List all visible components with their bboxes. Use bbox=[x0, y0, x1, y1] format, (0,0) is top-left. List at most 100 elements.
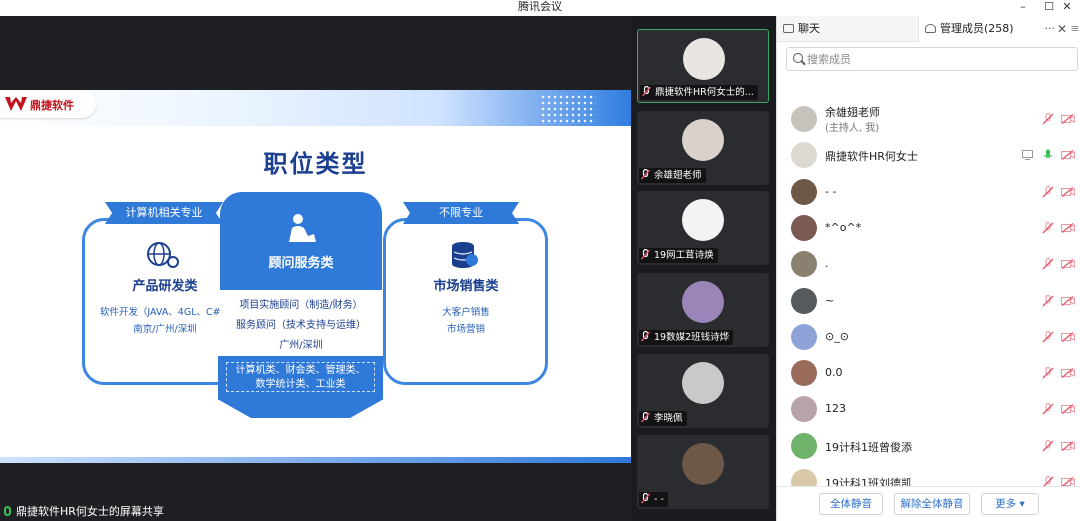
video-tile[interactable]: 19数媒2班钱诗烨 bbox=[637, 273, 769, 347]
mic-on-icon bbox=[4, 506, 11, 516]
video-tile[interactable]: - - bbox=[637, 435, 769, 509]
video-tile[interactable]: 鼎捷软件HR何女士的... bbox=[637, 29, 769, 103]
mic-muted-icon[interactable] bbox=[1042, 403, 1054, 415]
video-tile-label: 李晓佩 bbox=[639, 411, 687, 426]
camera-off-icon[interactable] bbox=[1061, 440, 1075, 451]
tab-members-label: 管理成员(258) bbox=[940, 22, 1014, 35]
panel-close-button[interactable]: ✕ bbox=[1057, 16, 1067, 42]
avatar bbox=[791, 432, 817, 459]
consulting-majors: 计算机类、财会类、管理类、 数学统计类、工业类 bbox=[226, 362, 375, 392]
mic-muted-icon[interactable] bbox=[1042, 330, 1054, 343]
close-button[interactable]: ✕ bbox=[1054, 0, 1080, 16]
window-title: 腾讯会议 bbox=[518, 0, 562, 13]
slide-title: 职位类型 bbox=[263, 150, 368, 178]
member-row[interactable]: 123 bbox=[777, 391, 1080, 427]
panel-footer: 全体静音 解除全体静音 更多 ▾ bbox=[777, 486, 1080, 521]
camera-off-icon[interactable] bbox=[1061, 404, 1075, 415]
camera-off-icon[interactable] bbox=[1061, 331, 1075, 342]
camera-off-icon[interactable] bbox=[1061, 259, 1075, 270]
logo-text: 鼎捷软件 bbox=[30, 99, 74, 112]
coin-stack-icon bbox=[452, 242, 478, 268]
consultant-icon bbox=[289, 214, 316, 242]
participant-avatar bbox=[682, 119, 724, 161]
unmute-all-button[interactable]: 解除全体静音 bbox=[894, 493, 970, 515]
mic-muted-icon[interactable] bbox=[1042, 439, 1054, 452]
camera-off-icon[interactable] bbox=[1061, 368, 1075, 379]
center-line-3: 广州/深圳 bbox=[279, 340, 323, 351]
mic-muted-icon[interactable] bbox=[1042, 113, 1054, 125]
avatar bbox=[791, 178, 817, 205]
mic-muted-icon[interactable] bbox=[1042, 221, 1054, 234]
video-tile-label: 19数媒2班钱诗烨 bbox=[639, 330, 734, 345]
video-tile[interactable]: 李晓佩 bbox=[637, 354, 769, 428]
avatar bbox=[791, 251, 817, 278]
video-tile[interactable]: 19网工茸诗焕 bbox=[637, 191, 769, 265]
video-tile-label: 19网工茸诗焕 bbox=[639, 248, 718, 263]
tab-chat-label: 聊天 bbox=[798, 22, 820, 35]
video-tile-name: 余雄翅老师 bbox=[654, 170, 702, 181]
video-tile-label: - - bbox=[639, 492, 668, 507]
mic-muted-icon bbox=[641, 331, 650, 342]
mute-all-button[interactable]: 全体静音 bbox=[819, 493, 883, 515]
video-tile-name: 李晓佩 bbox=[654, 413, 683, 424]
member-row[interactable]: *^o^* bbox=[777, 210, 1080, 246]
member-row[interactable]: ⊙_⊙ bbox=[777, 319, 1080, 355]
center-line-2: 服务顾问（技术支持与运维） bbox=[236, 320, 366, 331]
member-name: 123 bbox=[825, 402, 846, 416]
panel-more-button[interactable]: ··· bbox=[1045, 16, 1056, 42]
screen-share-area[interactable]: 鼎捷软件 职位类型 计算机相关专业 产品研发类 软件开发（JAVA、4GL、C#… bbox=[0, 16, 631, 521]
avatar bbox=[791, 396, 817, 423]
mic-muted-icon[interactable] bbox=[1042, 294, 1054, 307]
chat-icon bbox=[783, 24, 794, 33]
screen-share-icon bbox=[1022, 150, 1033, 161]
heading-product-rd: 产品研发类 bbox=[132, 279, 198, 294]
tab-members[interactable]: 管理成员(258) bbox=[918, 16, 1080, 42]
participant-avatar bbox=[682, 443, 724, 485]
ribbon-left: 计算机相关专业 bbox=[105, 202, 223, 224]
member-row[interactable]: . bbox=[777, 246, 1080, 282]
member-row[interactable]: 余雄翅老师 (主持人, 我) bbox=[777, 101, 1080, 137]
video-column[interactable]: 鼎捷软件HR何女士的... 余雄翅老师 19网工茸诗焕 19数媒2班钱诗烨李晓佩 - - bbox=[631, 16, 776, 521]
mic-on-icon[interactable] bbox=[1042, 149, 1054, 161]
member-row[interactable]: 鼎捷软件HR何女士 bbox=[777, 137, 1080, 173]
camera-off-icon[interactable] bbox=[1061, 114, 1075, 124]
video-tile-label: 余雄翅老师 bbox=[639, 168, 706, 183]
mic-muted-icon bbox=[641, 493, 650, 504]
video-tile[interactable]: 余雄翅老师 bbox=[637, 111, 769, 185]
avatar bbox=[791, 142, 817, 169]
camera-off-icon[interactable] bbox=[1061, 222, 1075, 233]
more-button[interactable]: 更多 ▾ bbox=[981, 493, 1039, 515]
camera-off-icon[interactable] bbox=[1061, 186, 1075, 197]
member-name: 余雄翅老师 bbox=[825, 106, 880, 119]
mic-muted-icon bbox=[642, 86, 651, 97]
camera-off-icon[interactable] bbox=[1061, 295, 1075, 306]
globe-gear-icon bbox=[147, 242, 179, 268]
mic-muted-icon bbox=[641, 169, 650, 180]
mic-muted-icon[interactable] bbox=[1042, 367, 1054, 379]
decorative-dots bbox=[540, 94, 596, 124]
right-line-1: 大客户销售 bbox=[442, 307, 490, 318]
avatar bbox=[791, 360, 817, 387]
member-search-input[interactable] bbox=[807, 48, 1067, 70]
member-row[interactable]: 0.0 bbox=[777, 355, 1080, 391]
center-bottom-line-2: 数学统计类、工业类 bbox=[255, 379, 346, 390]
camera-off-icon[interactable] bbox=[1061, 150, 1075, 161]
company-logo: 鼎捷软件 bbox=[0, 90, 96, 118]
logo-mark-icon bbox=[5, 97, 27, 111]
avatar bbox=[791, 106, 817, 132]
consulting-majors-tab: 计算机类、财会类、管理类、 数学统计类、工业类 bbox=[218, 356, 383, 418]
consulting-text: 项目实施顾问（制造/财务） 服务顾问（技术支持与运维） 广州/深圳 bbox=[220, 296, 382, 356]
member-row[interactable]: 19计科1班曾俊添 bbox=[777, 428, 1080, 464]
mic-muted-icon[interactable] bbox=[1042, 185, 1054, 198]
heading-consulting: 顾问服务类 bbox=[268, 256, 334, 271]
members-icon bbox=[925, 24, 936, 33]
member-name: 19计科1班曾俊添 bbox=[825, 440, 912, 454]
tab-chat[interactable]: 聊天 bbox=[777, 16, 917, 42]
member-row[interactable]: - - bbox=[777, 174, 1080, 210]
panel-menu-button[interactable]: ≡ bbox=[1069, 16, 1080, 42]
participant-avatar bbox=[682, 199, 724, 241]
video-tile-name: 19网工茸诗焕 bbox=[654, 250, 714, 261]
member-row[interactable]: ~ bbox=[777, 283, 1080, 319]
minimize-button[interactable]: – bbox=[1010, 0, 1036, 16]
mic-muted-icon[interactable] bbox=[1042, 258, 1054, 270]
